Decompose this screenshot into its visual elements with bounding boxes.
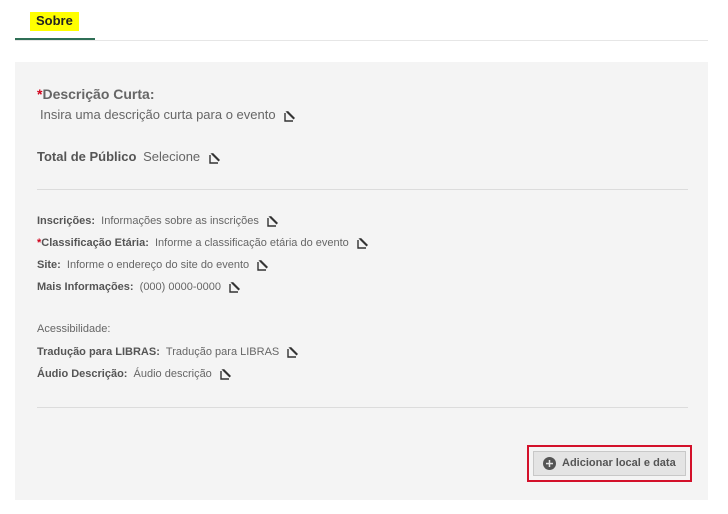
accessibility-heading: Acessibilidade:: [37, 323, 111, 335]
edit-icon[interactable]: [228, 280, 242, 294]
audio-description-value[interactable]: Áudio descrição: [134, 368, 212, 380]
more-info-value[interactable]: (000) 0000-0000: [140, 281, 221, 293]
more-info-label: Mais Informações:: [37, 280, 134, 293]
plus-circle-icon: [543, 457, 556, 470]
audio-description-row: Áudio Descrição: Áudio descrição: [37, 367, 233, 381]
add-location-date-button[interactable]: Adicionar local e data: [533, 451, 686, 476]
site-label: Site:: [37, 258, 61, 271]
libras-value[interactable]: Tradução para LIBRAS: [166, 346, 279, 358]
age-rating-label: Classificação Etária:: [41, 236, 149, 249]
age-rating-row: *Classificação Etária: Informe a classif…: [37, 236, 370, 250]
edit-icon[interactable]: [286, 345, 300, 359]
short-description-label: *Descrição Curta:: [37, 86, 155, 102]
event-details-panel: *Descrição Curta: Insira uma descrição c…: [15, 62, 708, 500]
divider: [37, 189, 688, 190]
edit-icon[interactable]: [256, 258, 270, 272]
audio-description-label: Áudio Descrição:: [37, 367, 128, 380]
age-rating-value[interactable]: Informe a classificação etária do evento: [155, 237, 349, 249]
short-description-label-text: Descrição Curta:: [42, 86, 155, 102]
short-description-field[interactable]: Insira uma descrição curta para o evento: [40, 107, 297, 123]
edit-icon[interactable]: [356, 236, 370, 250]
add-location-button-highlight: Adicionar local e data: [527, 445, 692, 482]
audience-label: Total de Público: [37, 149, 137, 164]
audience-select[interactable]: Selecione: [143, 149, 200, 164]
edit-icon[interactable]: [283, 109, 297, 123]
tab-bar: Sobre: [15, 0, 708, 41]
short-description-placeholder: Insira uma descrição curta para o evento: [40, 107, 276, 122]
edit-icon[interactable]: [219, 367, 233, 381]
libras-row: Tradução para LIBRAS: Tradução para LIBR…: [37, 345, 300, 359]
divider: [37, 407, 688, 408]
site-value[interactable]: Informe o endereço do site do evento: [67, 259, 249, 271]
edit-icon[interactable]: [266, 214, 280, 228]
registration-row: Inscrições: Informações sobre as inscriç…: [37, 214, 280, 228]
site-row: Site: Informe o endereço do site do even…: [37, 258, 270, 272]
audience-row: Total de Público Selecione: [37, 149, 222, 165]
more-info-row: Mais Informações: (000) 0000-0000: [37, 280, 242, 294]
registration-label: Inscrições:: [37, 214, 96, 227]
registration-value[interactable]: Informações sobre as inscrições: [101, 215, 259, 227]
libras-label: Tradução para LIBRAS:: [37, 345, 160, 358]
tab-sobre[interactable]: Sobre: [15, 0, 95, 40]
edit-icon[interactable]: [208, 151, 222, 165]
add-location-date-label: Adicionar local e data: [562, 457, 676, 469]
tab-sobre-label: Sobre: [30, 12, 79, 31]
